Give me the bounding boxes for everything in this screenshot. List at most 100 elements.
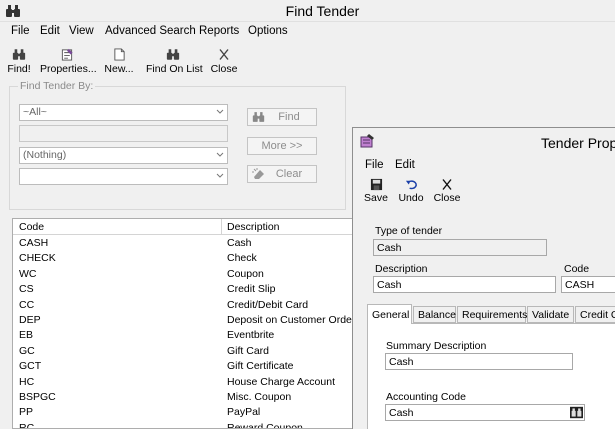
tender-properties-dialog: Tender Prope File Edit Save Undo Close T…	[352, 127, 615, 429]
cell-code: CC	[19, 298, 35, 311]
table-row[interactable]: EB Eventbrite	[13, 328, 353, 343]
table-row[interactable]: CS Credit Slip	[13, 282, 353, 297]
summary-description-input[interactable]: Cash	[385, 353, 573, 370]
menu-options[interactable]: Options	[248, 25, 288, 37]
cell-description: Gift Certificate	[227, 360, 294, 373]
eraser-icon	[252, 168, 264, 179]
tab-general[interactable]: General	[367, 304, 412, 324]
tab-requirements-label: Requirements	[462, 309, 528, 321]
tab-requirements[interactable]: Requirements	[457, 306, 528, 323]
cell-description: Credit/Debit Card	[227, 298, 309, 311]
find-panel-find-button[interactable]: Find	[247, 108, 317, 126]
type-of-tender-value: Cash	[377, 242, 402, 254]
binoculars-icon[interactable]	[570, 406, 583, 419]
code-label: Code	[564, 263, 590, 275]
cell-code: WC	[19, 267, 37, 280]
cell-code: HC	[19, 375, 35, 388]
menu-reports[interactable]: Reports	[199, 25, 239, 37]
cell-description: PayPal	[227, 406, 261, 419]
properties-button[interactable]: Properties...	[40, 48, 97, 75]
cell-code: GCT	[19, 360, 42, 373]
binoculars-icon	[252, 112, 265, 122]
dialog-menu-edit[interactable]: Edit	[395, 159, 415, 171]
new-document-icon	[113, 48, 125, 61]
cell-code: GC	[19, 344, 35, 357]
find-button[interactable]: Find!	[7, 48, 31, 75]
properties-button-label: Properties...	[40, 63, 97, 75]
chevron-down-icon	[216, 109, 224, 114]
cell-description: Deposit on Customer Order	[227, 314, 354, 326]
table-row[interactable]: CC Credit/Debit Card	[13, 298, 353, 313]
undo-icon	[405, 180, 417, 190]
tab-credit-card[interactable]: Credit Ca	[575, 306, 615, 323]
accounting-code-label: Accounting Code	[386, 391, 466, 403]
table-row[interactable]: BSPGC Misc. Coupon	[13, 390, 353, 405]
new-button-label: New...	[104, 63, 134, 75]
new-button[interactable]: New...	[104, 48, 134, 75]
cell-code: PP	[19, 406, 34, 419]
cell-description: Coupon	[227, 267, 264, 280]
table-row[interactable]: HC House Charge Account	[13, 375, 353, 390]
accounting-code-value: Cash	[389, 407, 414, 419]
list-header: Code Description	[13, 219, 353, 235]
column-header-description[interactable]: Description	[227, 221, 280, 233]
find-button-label: Find!	[7, 63, 31, 75]
dialog-menu-file[interactable]: File	[365, 159, 384, 171]
table-row[interactable]: CHECK Check	[13, 251, 353, 266]
dialog-close-button[interactable]: Close	[433, 178, 461, 204]
tab-balance-label: Balance	[418, 309, 456, 321]
dialog-title: Tender Prope	[541, 135, 615, 151]
search-value-combo[interactable]	[19, 168, 228, 185]
table-row[interactable]: GC Gift Card	[13, 344, 353, 359]
cell-description: Misc. Coupon	[227, 391, 292, 403]
type-of-tender-label: Type of tender	[375, 225, 443, 237]
cell-description: Check	[227, 252, 257, 265]
description-value: Cash	[377, 279, 402, 291]
chevron-down-icon	[216, 152, 224, 157]
more-button[interactable]: More >>	[247, 137, 317, 155]
dialog-undo-label: Undo	[398, 192, 424, 204]
table-row[interactable]: CASH Cash	[13, 236, 353, 251]
description-input[interactable]: Cash	[373, 276, 556, 293]
tab-balance[interactable]: Balance	[413, 306, 456, 323]
close-button-label: Close	[210, 63, 238, 75]
summary-description-label: Summary Description	[386, 340, 487, 352]
cell-description: Eventbrite	[227, 329, 275, 342]
find-tender-group: Find Tender By: ~All~ (Nothing) Find Mor…	[9, 80, 346, 210]
search-field-value: ~All~	[23, 106, 47, 118]
tender-list[interactable]: Code Description CASH Cash CHECK Check WC Cou…	[12, 218, 354, 429]
cell-code: CASH	[19, 237, 49, 249]
table-row[interactable]: PP PayPal	[13, 405, 353, 420]
save-icon	[370, 178, 382, 191]
dialog-undo-button[interactable]: Undo	[397, 178, 425, 204]
table-row[interactable]: RC Reward Coupon	[13, 421, 353, 429]
search-field-combo[interactable]: ~All~	[19, 104, 228, 121]
table-row[interactable]: WC Coupon	[13, 267, 353, 282]
type-of-tender-field: Cash	[373, 239, 547, 256]
cell-code: RC	[19, 421, 35, 429]
accounting-code-input[interactable]: Cash	[385, 404, 585, 421]
close-icon	[442, 179, 452, 190]
menu-advanced-search[interactable]: Advanced Search	[105, 25, 196, 37]
dialog-save-button[interactable]: Save	[364, 178, 388, 204]
dialog-save-label: Save	[364, 192, 388, 204]
menu-view[interactable]: View	[69, 25, 94, 37]
clear-button[interactable]: Clear	[247, 165, 317, 183]
tab-validate[interactable]: Validate	[527, 306, 574, 323]
menu-file[interactable]: File	[11, 25, 30, 37]
table-row[interactable]: GCT Gift Certificate	[13, 359, 353, 374]
close-button[interactable]: Close	[210, 48, 238, 75]
general-tab-panel: Summary Description Cash Accounting Code…	[367, 323, 615, 429]
find-on-list-button[interactable]: Find On List	[146, 48, 203, 75]
cell-description: Cash	[227, 237, 252, 249]
summary-description-value: Cash	[389, 356, 414, 368]
properties-icon	[61, 48, 73, 61]
search-text-input[interactable]	[19, 125, 228, 142]
search-operator-combo[interactable]: (Nothing)	[19, 147, 228, 164]
code-input[interactable]: CASH	[561, 276, 615, 293]
title-bar: Find Tender	[0, 0, 615, 22]
column-header-code[interactable]: Code	[19, 221, 44, 233]
menu-edit[interactable]: Edit	[40, 25, 60, 37]
table-row[interactable]: DEP Deposit on Customer Order	[13, 313, 354, 328]
dialog-title-bar: Tender Prope	[353, 128, 615, 156]
